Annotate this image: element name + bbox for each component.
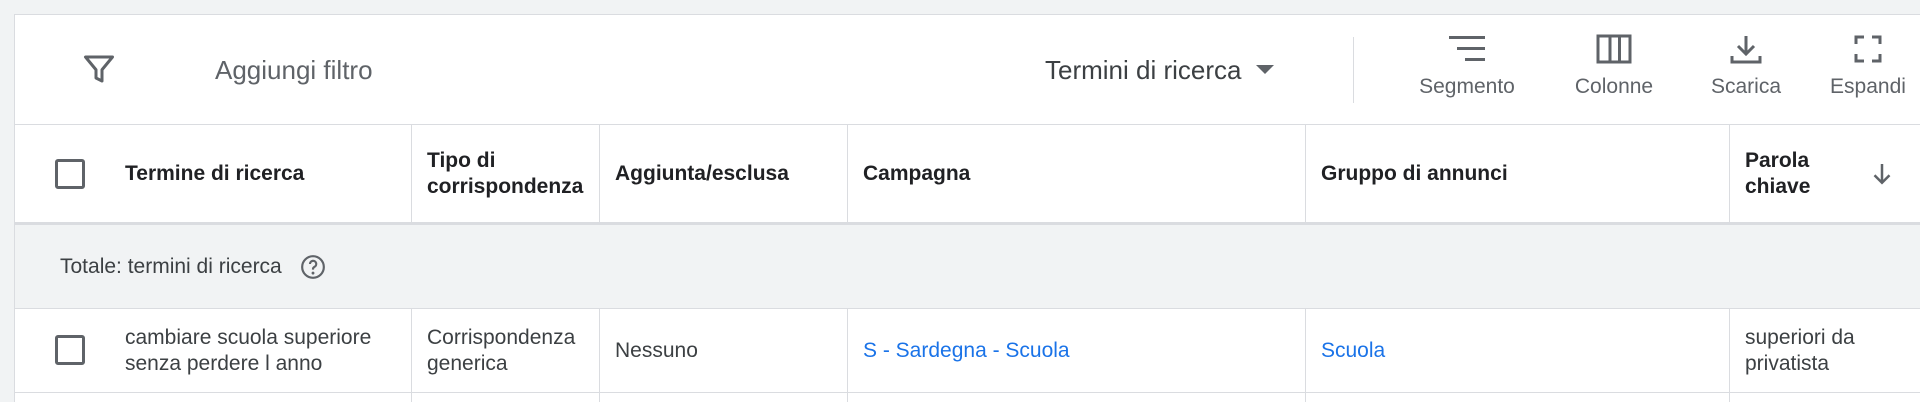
- row-checkbox[interactable]: [55, 335, 85, 365]
- columns-button[interactable]: Colonne: [1549, 33, 1679, 113]
- view-selector-dropdown[interactable]: Termini di ricerca: [1045, 55, 1274, 86]
- ad-group-link[interactable]: Scuola: [1321, 309, 1725, 392]
- total-row: Totale: termini di ricerca: [15, 225, 1920, 309]
- segment-icon: [1449, 36, 1485, 61]
- select-all-checkbox[interactable]: [55, 159, 85, 189]
- cell-added-excluded: Nessuno: [615, 338, 698, 362]
- table-row: cambiare scuola superiore senza perdere …: [15, 309, 1920, 393]
- view-selector-label: Termini di ricerca: [1045, 55, 1242, 85]
- download-label: Scarica: [1710, 75, 1782, 98]
- download-icon: [1730, 36, 1762, 64]
- cell-match-type: Corrispondenza generica: [427, 325, 576, 375]
- column-header-ad-group[interactable]: Gruppo di annunci: [1321, 125, 1725, 222]
- table-toolbar: Aggiungi filtro Termini di ricerca Segme…: [15, 15, 1920, 125]
- column-header-keyword[interactable]: Parola chiave: [1745, 125, 1855, 222]
- caret-down-icon: [1255, 64, 1274, 74]
- expand-icon: [1854, 35, 1882, 63]
- column-header-campaign[interactable]: Campagna: [863, 125, 1299, 222]
- download-button[interactable]: Scarica: [1691, 33, 1801, 113]
- search-terms-report: Aggiungi filtro Termini di ricerca Segme…: [14, 14, 1920, 402]
- sort-descending-icon[interactable]: [1867, 159, 1897, 189]
- expand-button[interactable]: Espandi: [1815, 33, 1920, 113]
- cell-keyword: superiori da privatista: [1745, 325, 1855, 375]
- cell-search-term: cambiare scuola superiore senza perdere …: [125, 325, 372, 375]
- columns-label: Colonne: [1574, 75, 1654, 98]
- columns-icon: [1596, 34, 1632, 64]
- segment-button[interactable]: Segmento: [1397, 33, 1537, 113]
- table-header-row: Termine di ricerca Tipo di corrispondenz…: [15, 125, 1920, 225]
- help-icon[interactable]: [300, 254, 326, 280]
- campaign-link[interactable]: S - Sardegna - Scuola: [863, 309, 1299, 392]
- segment-label: Segmento: [1419, 75, 1515, 98]
- add-filter-button[interactable]: Aggiungi filtro: [215, 55, 373, 86]
- filter-icon[interactable]: [81, 51, 117, 87]
- total-row-label-wrap: Totale: termini di ricerca: [60, 225, 400, 308]
- column-header-match-type[interactable]: Tipo di corrispondenza: [427, 125, 595, 222]
- column-header-search-term[interactable]: Termine di ricerca: [125, 125, 405, 222]
- column-header-added-excluded[interactable]: Aggiunta/esclusa: [615, 125, 843, 222]
- total-row-label: Totale: termini di ricerca: [60, 254, 282, 278]
- toolbar-divider: [1353, 37, 1354, 103]
- expand-label: Espandi: [1830, 75, 1906, 98]
